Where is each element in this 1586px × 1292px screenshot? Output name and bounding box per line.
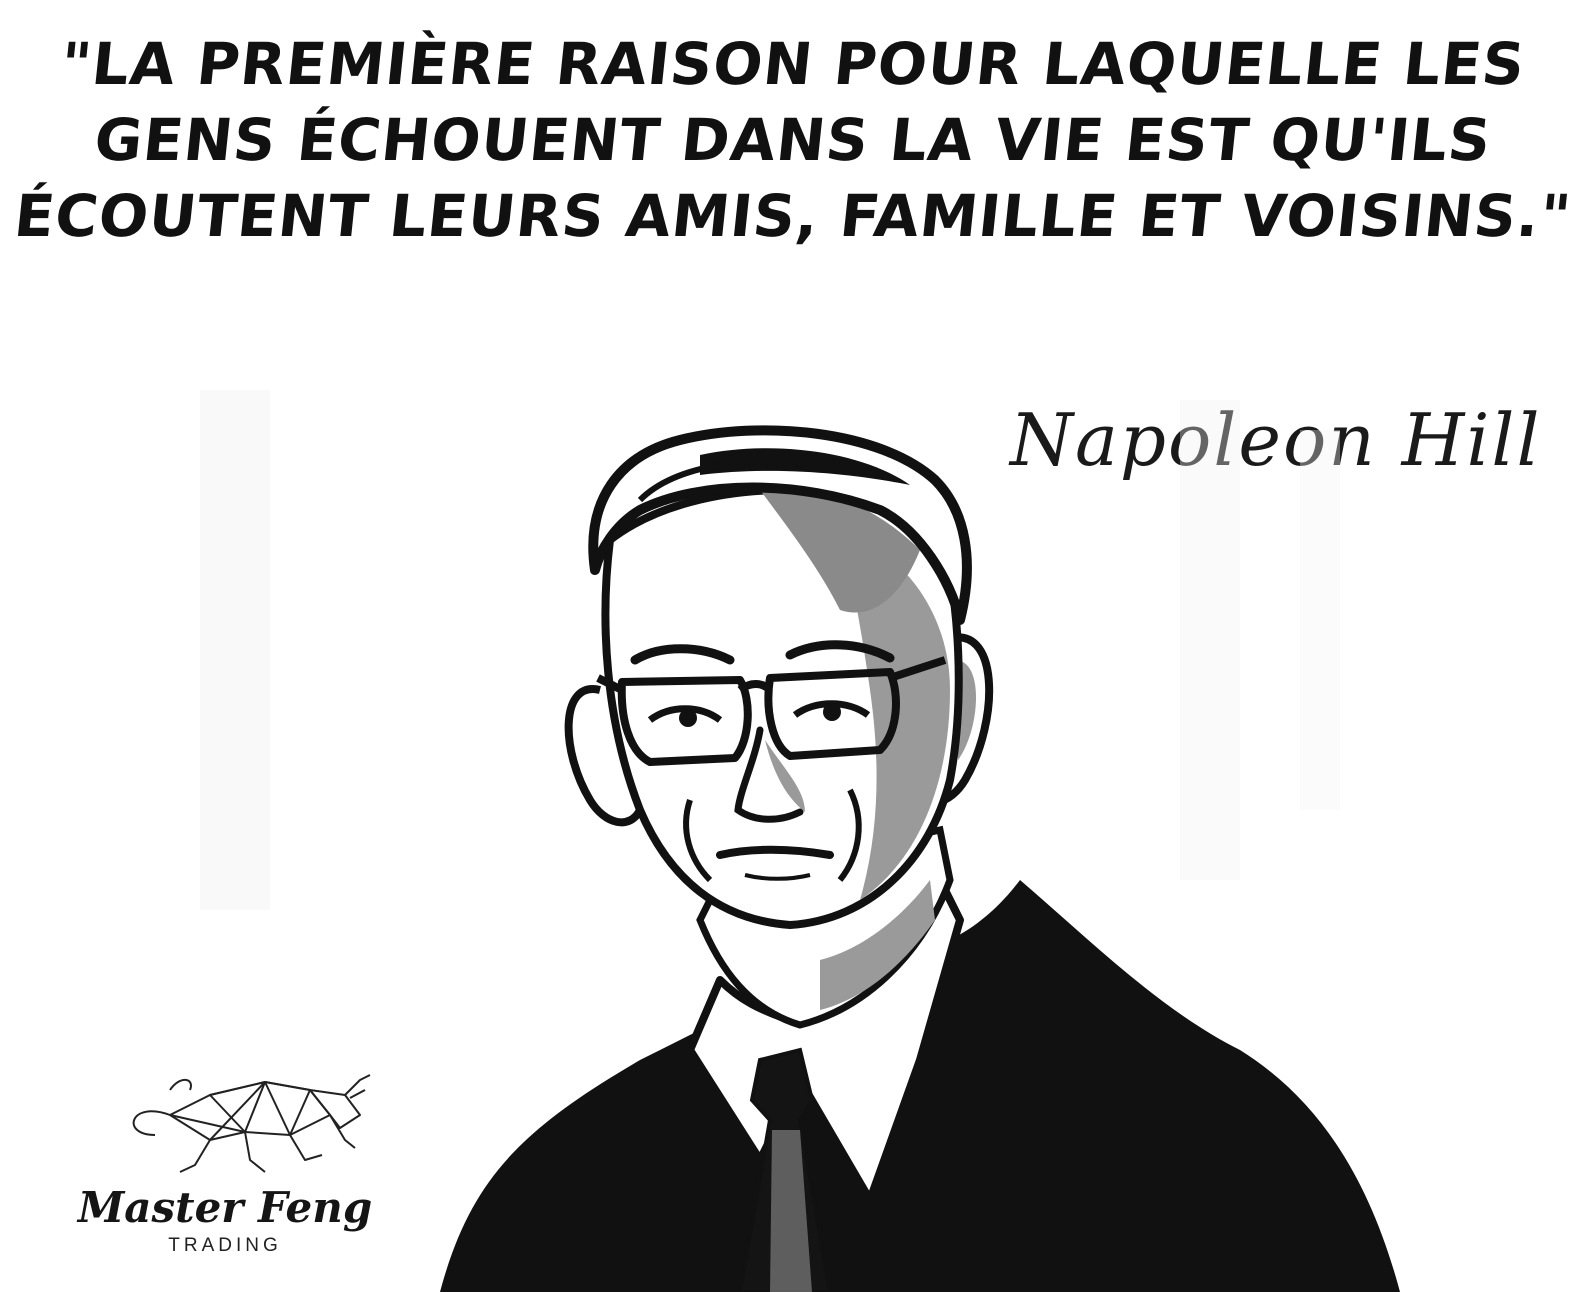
logo-brand-name: Master Feng: [77, 1183, 373, 1232]
logo-subtitle: TRADING: [168, 1235, 282, 1256]
quote-line-3: ÉCOUTENT LEURS AMIS, FAMILLE ET VOISINS.…: [11, 182, 1575, 250]
brand-logo: Master Feng TRADING: [60, 1060, 390, 1275]
bull-icon: [132, 1074, 371, 1173]
quote-line-1: "LA PREMIÈRE RAISON POUR LAQUELLE LES: [57, 30, 1529, 98]
quote-text: "LA PREMIÈRE RAISON POUR LAQUELLE LES GE…: [0, 26, 1586, 254]
quote-line-2: GENS ÉCHOUENT DANS LA VIE EST QU'ILS: [91, 106, 1495, 174]
